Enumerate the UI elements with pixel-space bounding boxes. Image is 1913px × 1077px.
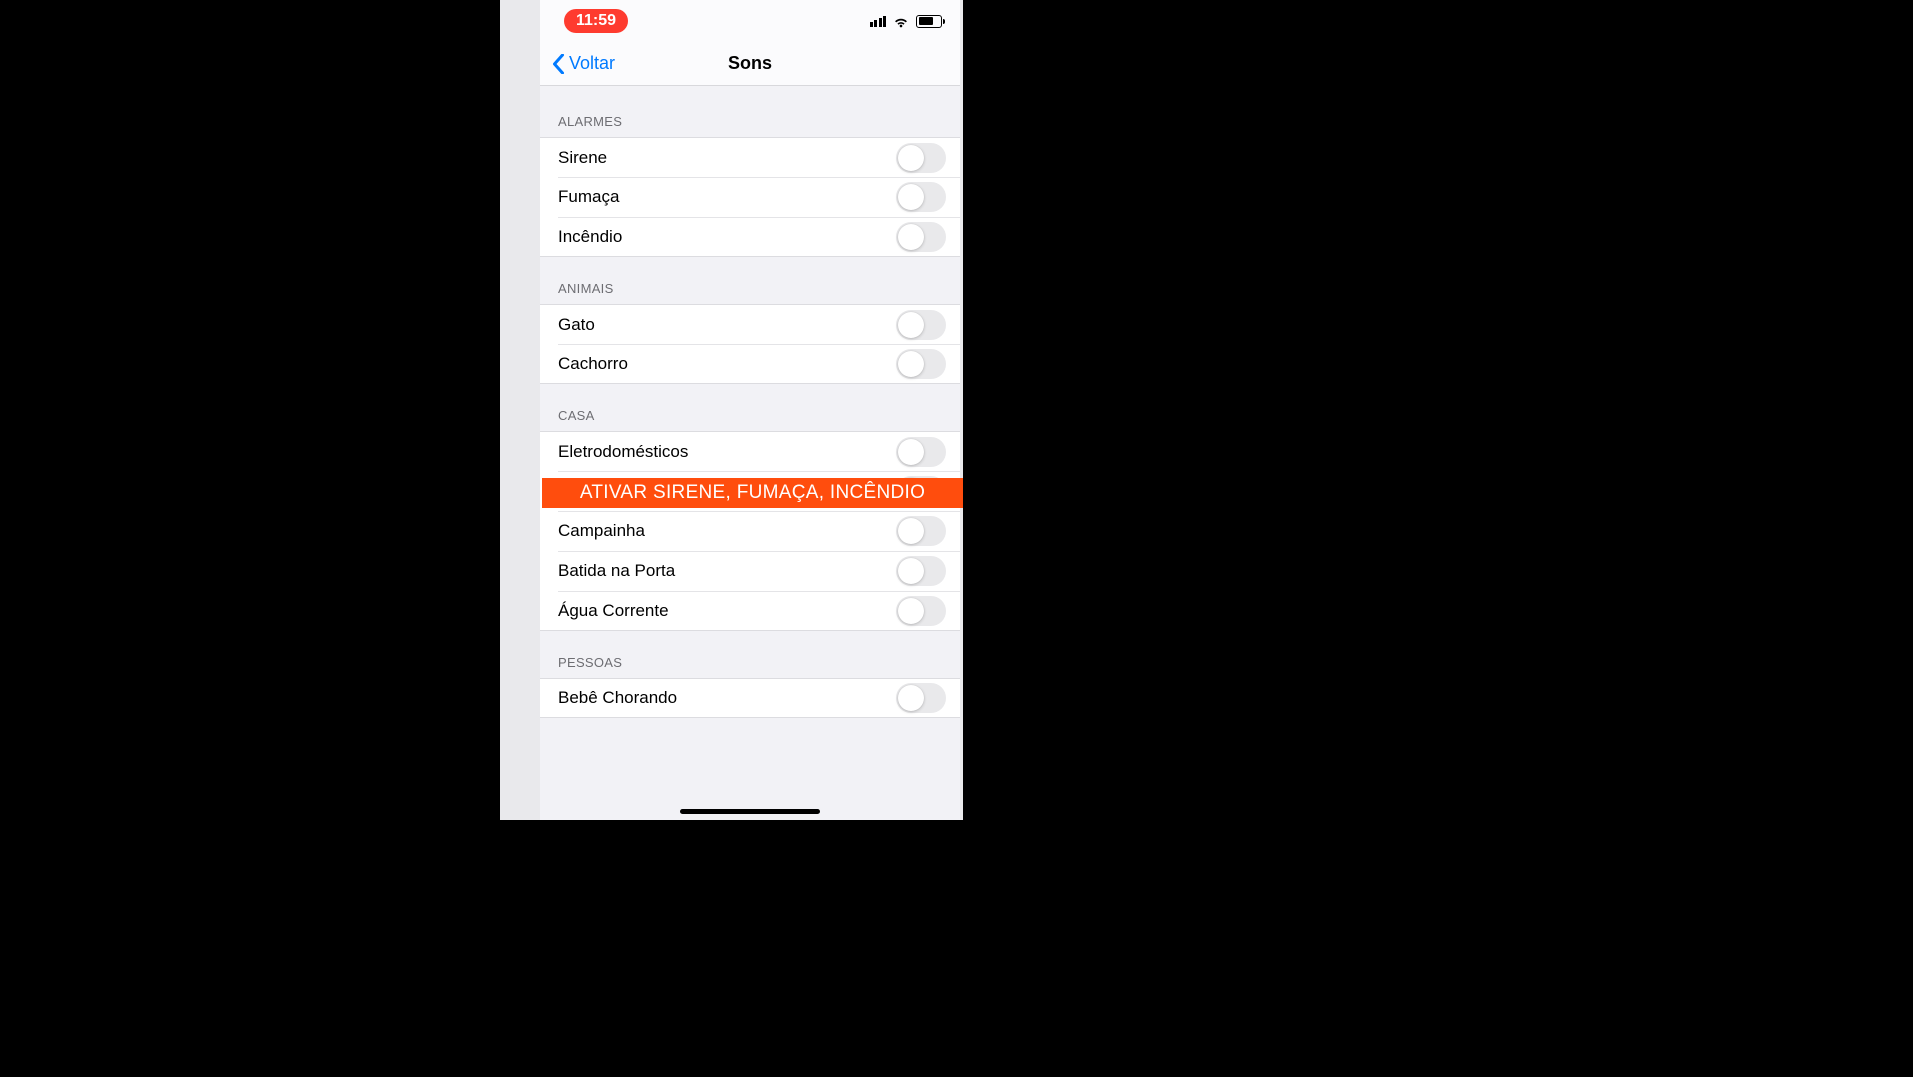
battery-icon	[916, 15, 942, 28]
status-bar: 11:59	[540, 0, 960, 42]
cell-label: Incêndio	[558, 227, 896, 247]
settings-list[interactable]: ALARMES Sirene Fumaça Incêndio ANIMAIS G…	[540, 86, 960, 718]
nav-bar: Voltar Sons	[540, 42, 960, 86]
section-header-alarmes: ALARMES	[540, 86, 960, 137]
cell-label: Sirene	[558, 148, 896, 168]
switch-sirene[interactable]	[896, 143, 946, 173]
switch-bebe-chorando[interactable]	[896, 683, 946, 713]
status-icons	[870, 15, 943, 28]
instruction-banner: ATIVAR SIRENE, FUMAÇA, INCÊNDIO	[542, 478, 963, 508]
cell-label: Bebê Chorando	[558, 688, 896, 708]
chevron-left-icon	[552, 54, 565, 74]
cellular-icon	[870, 16, 887, 27]
cell-eletrodomesticos[interactable]: Eletrodomésticos	[540, 431, 960, 471]
status-time-pill: 11:59	[564, 9, 628, 33]
cell-label: Campainha	[558, 521, 896, 541]
back-label: Voltar	[569, 53, 615, 74]
switch-cachorro[interactable]	[896, 349, 946, 379]
cell-label: Batida na Porta	[558, 561, 896, 581]
cell-label: Eletrodomésticos	[558, 442, 896, 462]
section-header-pessoas: PESSOAS	[540, 631, 960, 678]
switch-fumaca[interactable]	[896, 182, 946, 212]
cell-label: Água Corrente	[558, 601, 896, 621]
cell-bebe-chorando[interactable]: Bebê Chorando	[540, 678, 960, 718]
cell-campainha[interactable]: Campainha	[540, 511, 960, 551]
switch-batida-porta[interactable]	[896, 556, 946, 586]
back-button[interactable]: Voltar	[540, 53, 615, 74]
wifi-icon	[892, 15, 910, 28]
home-indicator[interactable]	[680, 809, 820, 814]
video-stage: 11:59 Voltar Sons ALARMES Sirene Fumaça	[500, 0, 963, 820]
cell-batida-porta[interactable]: Batida na Porta	[540, 551, 960, 591]
switch-eletrodomesticos[interactable]	[896, 437, 946, 467]
cell-agua-corrente[interactable]: Água Corrente	[540, 591, 960, 631]
switch-agua-corrente[interactable]	[896, 596, 946, 626]
cell-label: Gato	[558, 315, 896, 335]
cell-fumaca[interactable]: Fumaça	[540, 177, 960, 217]
cell-label: Cachorro	[558, 354, 896, 374]
section-header-animais: ANIMAIS	[540, 257, 960, 304]
cell-label: Fumaça	[558, 187, 896, 207]
switch-incendio[interactable]	[896, 222, 946, 252]
switch-campainha[interactable]	[896, 516, 946, 546]
switch-gato[interactable]	[896, 310, 946, 340]
cell-cachorro[interactable]: Cachorro	[540, 344, 960, 384]
cell-incendio[interactable]: Incêndio	[540, 217, 960, 257]
section-header-casa: CASA	[540, 384, 960, 431]
phone-screen: 11:59 Voltar Sons ALARMES Sirene Fumaça	[540, 0, 960, 820]
cell-gato[interactable]: Gato	[540, 304, 960, 344]
cell-sirene[interactable]: Sirene	[540, 137, 960, 177]
